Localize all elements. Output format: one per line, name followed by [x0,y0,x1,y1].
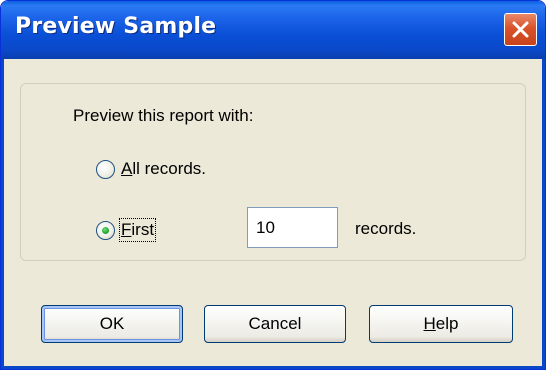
first-accesskey: F [121,220,132,239]
all-records-label-text: ll records. [132,159,207,178]
close-button[interactable] [504,13,537,46]
window-title: Preview Sample [15,14,217,39]
help-accesskey: H [423,314,436,333]
records-suffix-label: records. [355,219,417,238]
help-label-text: elp [435,314,459,333]
ok-button[interactable]: OK [41,305,183,343]
dialog-window: Preview Sample Preview this report with:… [0,0,546,370]
help-button[interactable]: Help [369,305,513,343]
first-records-label[interactable]: First [118,218,157,242]
all-records-radio[interactable] [96,160,115,179]
close-icon [512,21,529,38]
all-records-accesskey: A [121,159,133,178]
radio-selected-dot [102,227,109,234]
all-records-label[interactable]: All records. [121,159,206,179]
cancel-button[interactable]: Cancel [204,305,346,343]
first-records-radio[interactable] [96,221,115,240]
prompt-label: Preview this report with: [73,106,254,125]
record-count-input[interactable] [247,207,338,248]
title-bar[interactable]: Preview Sample [1,1,545,59]
first-label-text: irst [131,220,155,239]
